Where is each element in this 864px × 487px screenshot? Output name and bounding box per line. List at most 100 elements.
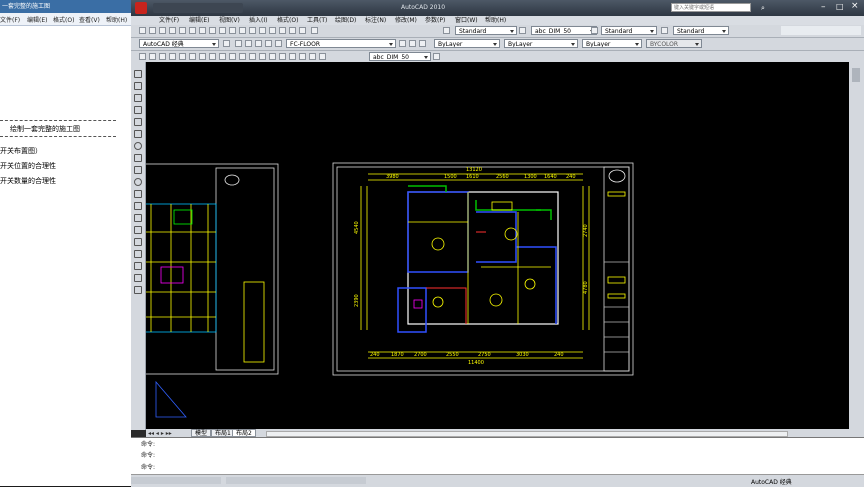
polyline-icon[interactable] xyxy=(134,94,142,102)
redo-icon[interactable] xyxy=(219,27,226,34)
multileader-style-select[interactable]: Standard xyxy=(673,26,729,35)
line-icon[interactable] xyxy=(134,70,142,78)
gradient-icon[interactable] xyxy=(134,250,142,258)
status-workspace[interactable]: AutoCAD 经典 xyxy=(751,477,792,486)
dim-break-icon[interactable] xyxy=(259,53,266,60)
document-menu-help[interactable]: 帮助(H) xyxy=(106,15,127,24)
jogged-dim-icon[interactable] xyxy=(189,53,196,60)
autocad-logo-icon[interactable] xyxy=(135,2,147,14)
print-icon[interactable] xyxy=(169,27,176,34)
workspace-settings-icon[interactable] xyxy=(223,40,230,47)
quick-dim-icon[interactable] xyxy=(219,53,226,60)
revision-cloud-icon[interactable] xyxy=(134,154,142,162)
tab-model[interactable]: 模型 xyxy=(191,429,212,437)
linear-dim-icon[interactable] xyxy=(139,53,146,60)
dim-style-select[interactable]: abc_DIM_50 xyxy=(531,26,597,35)
help-icon[interactable] xyxy=(311,27,318,34)
document-menu-view[interactable]: 查看(V) xyxy=(79,15,100,24)
dim-style-select-2[interactable]: abc_DIM_50 xyxy=(369,52,431,61)
arc-icon[interactable] xyxy=(134,130,142,138)
properties-icon[interactable] xyxy=(269,27,276,34)
make-block-icon[interactable] xyxy=(134,214,142,222)
dim-text-edit-icon[interactable] xyxy=(309,53,316,60)
menu-file[interactable]: 文件(F) xyxy=(159,16,179,25)
dim-update-icon[interactable] xyxy=(319,53,326,60)
minimize-button[interactable]: – xyxy=(821,2,826,12)
rectangle-icon[interactable] xyxy=(134,118,142,126)
construction-line-icon[interactable] xyxy=(134,82,142,90)
tool-palettes-icon[interactable] xyxy=(289,27,296,34)
paste-icon[interactable] xyxy=(199,27,206,34)
baseline-dim-icon[interactable] xyxy=(229,53,236,60)
layer-match-icon[interactable] xyxy=(419,40,426,47)
ellipse-icon[interactable] xyxy=(134,178,142,186)
dim-space-icon[interactable] xyxy=(249,53,256,60)
diameter-dim-icon[interactable] xyxy=(199,53,206,60)
menu-tools[interactable]: 工具(T) xyxy=(307,16,327,25)
open-icon[interactable] xyxy=(149,27,156,34)
tab-nav-arrows[interactable]: ◂◂ ◂ ▸ ▸▸ xyxy=(148,430,172,437)
drawing-canvas[interactable]: 13120 3980 1500 1610 2560 1300 1640 240 … xyxy=(146,62,849,430)
copy-icon[interactable] xyxy=(189,27,196,34)
search-icon[interactable]: ⌕ xyxy=(761,4,765,13)
lineweight-select[interactable]: ByLayer xyxy=(582,39,642,48)
layer-properties-icon[interactable] xyxy=(235,40,242,47)
search-input[interactable] xyxy=(671,3,751,12)
scroll-thumb[interactable] xyxy=(852,68,860,82)
multiline-text-icon[interactable] xyxy=(134,286,142,294)
radius-dim-icon[interactable] xyxy=(179,53,186,60)
tolerance-icon[interactable] xyxy=(269,53,276,60)
text-style-select[interactable]: Standard xyxy=(455,26,517,35)
quick-access-toolbar[interactable] xyxy=(153,3,243,13)
document-menu-format[interactable]: 格式(O) xyxy=(53,15,74,24)
menu-dimension[interactable]: 标注(N) xyxy=(365,16,386,25)
new-icon[interactable] xyxy=(139,27,146,34)
table-icon[interactable] xyxy=(134,274,142,282)
calculator-icon[interactable] xyxy=(299,27,306,34)
layer-lock-icon[interactable] xyxy=(265,40,272,47)
ordinate-dim-icon[interactable] xyxy=(169,53,176,60)
layer-color-icon[interactable] xyxy=(275,40,282,47)
maximize-button[interactable]: □ xyxy=(836,2,844,11)
menu-format[interactable]: 格式(O) xyxy=(277,16,298,25)
zoom-window-icon[interactable] xyxy=(249,27,256,34)
spline-icon[interactable] xyxy=(134,166,142,174)
command-line[interactable]: 命令: 命令: 命令: xyxy=(131,437,864,475)
menu-modify[interactable]: 修改(M) xyxy=(395,16,417,25)
text-style-icon[interactable] xyxy=(443,27,450,34)
inspection-icon[interactable] xyxy=(289,53,296,60)
plot-style-select[interactable]: BYCOLOR xyxy=(646,39,702,48)
aligned-dim-icon[interactable] xyxy=(149,53,156,60)
drafting-toggles[interactable] xyxy=(226,477,366,484)
menu-parametric[interactable]: 参数(P) xyxy=(425,16,445,25)
continue-dim-icon[interactable] xyxy=(239,53,246,60)
menu-insert[interactable]: 插入(I) xyxy=(249,16,267,25)
region-icon[interactable] xyxy=(134,262,142,270)
menu-help[interactable]: 帮助(H) xyxy=(485,16,506,25)
document-menu-edit[interactable]: 编辑(E) xyxy=(27,15,47,24)
save-icon[interactable] xyxy=(159,27,166,34)
dim-edit-icon[interactable] xyxy=(299,53,306,60)
cut-icon[interactable] xyxy=(179,27,186,34)
ellipse-arc-icon[interactable] xyxy=(134,190,142,198)
tab-layout2[interactable]: 布局2 xyxy=(232,429,256,437)
dim-style-icon[interactable] xyxy=(519,27,526,34)
polygon-icon[interactable] xyxy=(134,106,142,114)
design-center-icon[interactable] xyxy=(279,27,286,34)
point-icon[interactable] xyxy=(134,226,142,234)
zoom-previous-icon[interactable] xyxy=(259,27,266,34)
center-mark-icon[interactable] xyxy=(279,53,286,60)
menu-view[interactable]: 视图(V) xyxy=(219,16,240,25)
color-select[interactable]: ByLayer xyxy=(434,39,500,48)
communication-center[interactable] xyxy=(781,26,861,35)
arc-length-icon[interactable] xyxy=(159,53,166,60)
pan-icon[interactable] xyxy=(229,27,236,34)
insert-block-icon[interactable] xyxy=(134,202,142,210)
make-current-icon[interactable] xyxy=(399,40,406,47)
angular-dim-icon[interactable] xyxy=(209,53,216,60)
table-style-icon[interactable] xyxy=(591,27,598,34)
layer-previous-icon[interactable] xyxy=(409,40,416,47)
document-menu-file[interactable]: 文件(F) xyxy=(0,15,20,24)
layer-on-icon[interactable] xyxy=(245,40,252,47)
menu-edit[interactable]: 编辑(E) xyxy=(189,16,209,25)
